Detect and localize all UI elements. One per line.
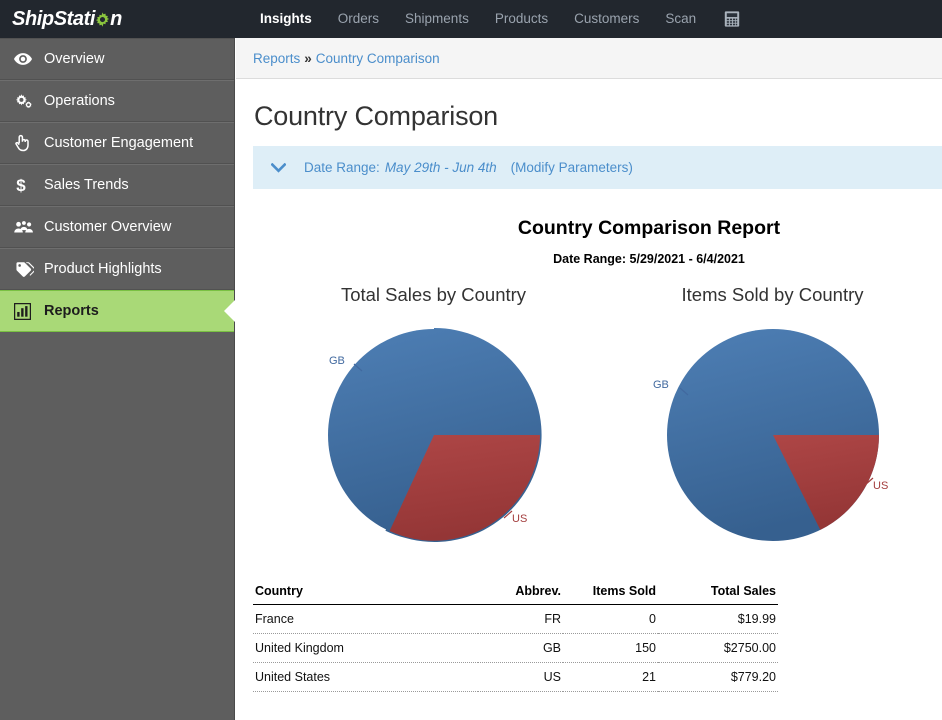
sidebar-item-customer-engagement[interactable]: Customer Engagement xyxy=(0,122,234,164)
chevron-down-icon[interactable] xyxy=(271,162,286,173)
pie-chart-svg: GB US xyxy=(653,329,888,541)
chart-items-sold-by-country: Items Sold by Country GB US xyxy=(603,284,942,558)
gears-icon xyxy=(14,93,36,109)
table-row: France FR 0 $19.99 xyxy=(253,604,778,634)
dollar-icon: $ xyxy=(14,176,36,194)
sidebar-item-sales-trends[interactable]: $ Sales Trends xyxy=(0,164,234,206)
breadcrumb-current[interactable]: Country Comparison xyxy=(316,51,440,66)
country-comparison-table: Country Abbrev. Items Sold Total Sales F… xyxy=(253,580,778,692)
shipstation-logo[interactable]: ShipStati n xyxy=(0,0,235,38)
hand-pointer-icon xyxy=(14,134,36,152)
users-icon xyxy=(14,220,36,234)
cell-country: United Kingdom xyxy=(253,633,478,663)
table-header-row: Country Abbrev. Items Sold Total Sales xyxy=(253,580,778,605)
page-title: Country Comparison xyxy=(254,101,499,131)
cell-country: United States xyxy=(253,662,478,692)
cell-abbrev: US xyxy=(478,662,563,692)
sidebar-item-label: Operations xyxy=(44,93,115,109)
gear-icon xyxy=(95,11,110,27)
sidebar-item-label: Sales Trends xyxy=(44,177,129,193)
nav-item-customers[interactable]: Customers xyxy=(561,0,652,38)
cell-items-sold: 150 xyxy=(563,633,658,663)
nav-item-orders[interactable]: Orders xyxy=(325,0,392,38)
eye-icon xyxy=(14,52,36,66)
col-header-total-sales: Total Sales xyxy=(658,580,778,605)
chart-title: Items Sold by Country xyxy=(681,284,864,305)
pie-label-us: US xyxy=(873,480,888,492)
chart-title: Total Sales by Country xyxy=(340,284,527,305)
sidebar-item-customer-overview[interactable]: Customer Overview xyxy=(0,206,234,248)
pie-chart-wrap: GB US xyxy=(603,323,942,558)
logo-text: ShipStati n xyxy=(12,8,122,31)
table-row: United States US 21 $779.20 xyxy=(253,662,778,692)
date-range-label: Date Range: xyxy=(304,160,380,175)
pie-label-us: US xyxy=(512,513,527,525)
svg-text:$: $ xyxy=(16,176,26,194)
cell-abbrev: FR xyxy=(478,604,563,634)
modify-parameters-link[interactable]: (Modify Parameters) xyxy=(511,160,633,175)
sidebar-item-product-highlights[interactable]: Product Highlights xyxy=(0,248,234,290)
top-navigation-bar: ShipStati n Insights Orders Shipments Pro… xyxy=(0,0,942,38)
country-table-wrap: Country Abbrev. Items Sold Total Sales F… xyxy=(236,580,942,692)
sidebar-item-overview[interactable]: Overview xyxy=(0,38,234,80)
table-row: United Kingdom GB 150 $2750.00 xyxy=(253,633,778,663)
sidebar-item-label: Overview xyxy=(44,51,105,67)
chart-total-sales-by-country: Total Sales by Country GB US xyxy=(264,284,603,558)
nav-item-shipments[interactable]: Shipments xyxy=(392,0,482,38)
pie-chart-wrap: GB US xyxy=(264,323,603,558)
breadcrumb-separator: » xyxy=(304,50,312,66)
report-container: Country Comparison Report Date Range: 5/… xyxy=(236,189,942,692)
col-header-items-sold: Items Sold xyxy=(563,580,658,605)
calculator-icon[interactable] xyxy=(715,10,749,28)
cell-total-sales: $2750.00 xyxy=(658,633,778,663)
cell-items-sold: 0 xyxy=(563,604,658,634)
bar-chart-icon xyxy=(14,302,36,320)
breadcrumb: Reports » Country Comparison xyxy=(236,38,942,79)
date-range-bar[interactable]: Date Range: May 29th - Jun 4th (Modify P… xyxy=(253,146,942,189)
sidebar-item-label: Customer Overview xyxy=(44,219,172,235)
pie-label-gb: GB xyxy=(329,355,345,367)
main-content: Reports » Country Comparison Country Com… xyxy=(236,38,942,720)
active-indicator-arrow xyxy=(224,300,235,322)
logo-text-part2: n xyxy=(110,7,122,30)
report-subtitle: Date Range: 5/29/2021 - 6/4/2021 xyxy=(553,252,745,266)
tags-icon xyxy=(14,261,36,277)
col-header-country: Country xyxy=(253,580,478,605)
date-range-value: May 29th - Jun 4th xyxy=(384,160,497,175)
sidebar-item-reports[interactable]: Reports xyxy=(0,290,235,332)
cell-total-sales: $779.20 xyxy=(658,662,778,692)
pie-chart-svg: GB US xyxy=(327,327,542,542)
nav-item-products[interactable]: Products xyxy=(482,0,561,38)
sidebar-item-label: Product Highlights xyxy=(44,261,162,277)
nav-item-insights[interactable]: Insights xyxy=(247,0,325,38)
sidebar-item-label: Customer Engagement xyxy=(44,135,194,151)
nav-item-scan[interactable]: Scan xyxy=(652,0,709,38)
col-header-abbrev: Abbrev. xyxy=(478,580,563,605)
report-title: Country Comparison Report xyxy=(517,217,781,239)
logo-text-part1: ShipStati xyxy=(12,7,96,30)
charts-row: Total Sales by Country GB US Items Sold … xyxy=(236,284,942,558)
cell-abbrev: GB xyxy=(478,633,563,663)
cell-items-sold: 21 xyxy=(563,662,658,692)
cell-country: France xyxy=(253,604,478,634)
app-root: ShipStati n Insights Orders Shipments Pro… xyxy=(0,0,942,720)
sidebar: Overview Operations Customer Engagement … xyxy=(0,38,235,720)
main-nav: Insights Orders Shipments Products Custo… xyxy=(247,0,749,38)
pie-label-gb: GB xyxy=(653,379,669,391)
sidebar-item-label: Reports xyxy=(44,303,99,319)
breadcrumb-link-reports[interactable]: Reports xyxy=(253,51,300,66)
sidebar-item-operations[interactable]: Operations xyxy=(0,80,234,122)
cell-total-sales: $19.99 xyxy=(658,604,778,634)
